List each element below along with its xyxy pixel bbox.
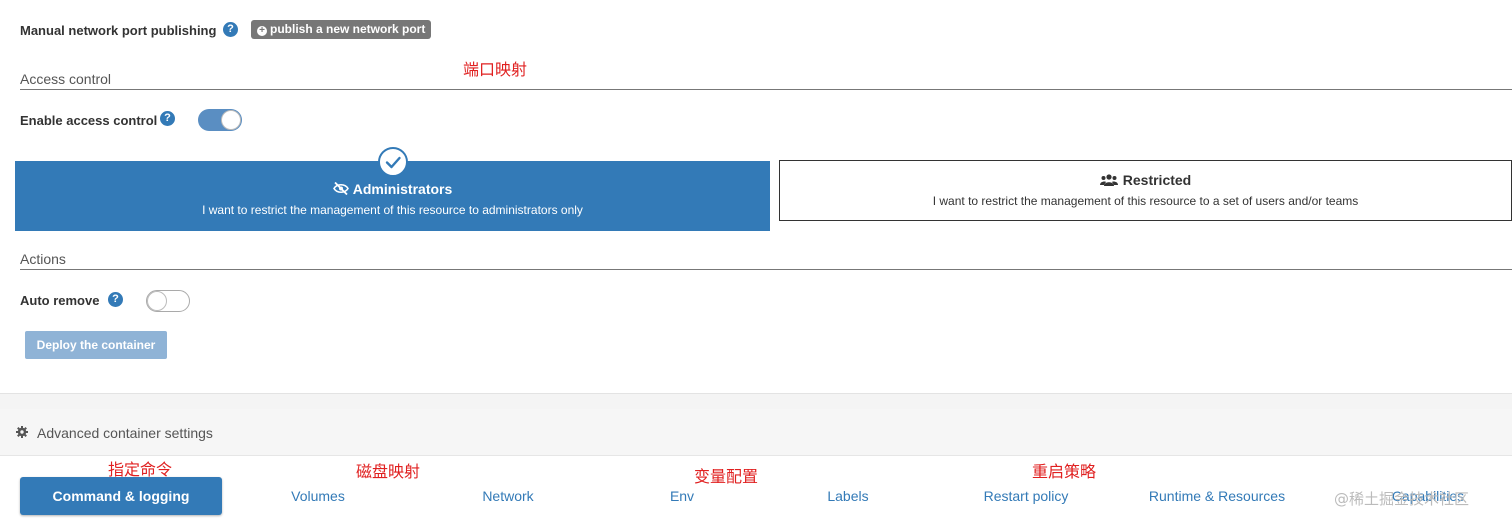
restricted-title: Restricted [1122, 172, 1192, 188]
administrators-description: I want to restrict the management of thi… [202, 203, 583, 217]
toggle-knob [221, 110, 241, 130]
annotation-port-mapping: 端口映射 [463, 60, 528, 79]
access-control-divider [20, 89, 1512, 90]
auto-remove-help-icon[interactable]: ? [108, 292, 123, 307]
auto-remove-label: Auto remove [20, 293, 100, 308]
annotation-restart-policy: 重启策略 [1032, 462, 1097, 481]
users-icon [1099, 174, 1118, 186]
administrators-title: Administrators [352, 181, 453, 197]
auto-remove-toggle[interactable] [146, 290, 190, 312]
actions-divider [20, 269, 1512, 270]
annotation-volume-mapping: 磁盘映射 [356, 462, 421, 481]
publish-port-button-label: publish a new network port [270, 22, 426, 36]
watermark: @稀土掘金技术社区 [1334, 490, 1470, 508]
tab-restart-policy[interactable]: Restart policy [960, 488, 1092, 504]
tab-runtime-resources[interactable]: Runtime & Resources [1140, 488, 1294, 504]
annotation-command: 指定命令 [108, 460, 173, 479]
tab-command-logging[interactable]: Command & logging [20, 477, 222, 515]
port-publishing-label: Manual network port publishing [20, 23, 217, 38]
access-control-help-icon[interactable]: ? [160, 111, 175, 126]
selected-check-icon [378, 147, 408, 177]
advanced-settings-title: Advanced container settings [37, 425, 213, 441]
access-control-toggle[interactable] [198, 109, 242, 131]
check-mark-glyph [385, 156, 401, 169]
eye-slash-icon [332, 181, 349, 196]
tab-volumes[interactable]: Volumes [268, 488, 368, 504]
container-config-panel: Manual network port publishing ? + publis… [0, 0, 1512, 394]
access-control-section-title: Access control [20, 71, 112, 87]
deploy-container-button[interactable]: Deploy the container [25, 331, 167, 359]
tab-network[interactable]: Network [458, 488, 558, 504]
advanced-settings-header: Advanced container settings [0, 409, 1512, 456]
actions-section-title: Actions [20, 251, 66, 267]
tab-env[interactable]: Env [642, 488, 722, 504]
restricted-option[interactable]: Restricted I want to restrict the manage… [779, 160, 1512, 221]
annotation-env-config: 变量配置 [694, 467, 759, 486]
tab-labels[interactable]: Labels [808, 488, 888, 504]
restricted-description: I want to restrict the management of thi… [932, 194, 1359, 208]
publish-port-button[interactable]: + publish a new network port [251, 20, 432, 39]
port-publishing-help-icon[interactable]: ? [223, 22, 238, 37]
restricted-title-row: Restricted [780, 172, 1511, 188]
toggle-knob [147, 291, 167, 311]
gear-icon [16, 426, 28, 438]
administrators-title-row: Administrators [15, 181, 770, 197]
enable-access-control-label: Enable access control [20, 113, 158, 128]
plus-circle-icon: + [257, 26, 267, 36]
